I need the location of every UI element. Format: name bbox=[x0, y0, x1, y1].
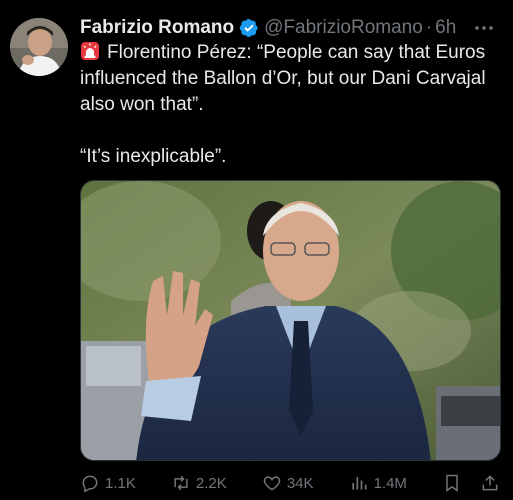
more-options-icon[interactable] bbox=[473, 15, 495, 41]
share-button[interactable] bbox=[480, 473, 500, 493]
tweet-photo[interactable] bbox=[80, 180, 501, 461]
author-name[interactable]: Fabrizio Romano bbox=[80, 17, 234, 39]
like-count: 34K bbox=[286, 474, 314, 492]
retweet-button[interactable]: 2.2K bbox=[171, 473, 227, 493]
bookmark-button[interactable] bbox=[442, 473, 462, 493]
action-bar: 1.1K 2.2K 34K 1.4M bbox=[80, 470, 500, 496]
verified-badge-icon bbox=[239, 19, 258, 37]
action-group-right bbox=[442, 473, 500, 493]
avatar-image bbox=[10, 18, 68, 76]
share-icon bbox=[482, 475, 498, 491]
bookmark-icon bbox=[446, 474, 458, 492]
avatar[interactable] bbox=[10, 18, 68, 76]
like-button[interactable]: 34K bbox=[262, 473, 314, 493]
views-count: 1.4M bbox=[373, 474, 407, 492]
reply-button[interactable]: 1.1K bbox=[80, 473, 136, 493]
views-chart-icon bbox=[351, 477, 367, 490]
timestamp[interactable]: 6h bbox=[435, 17, 456, 39]
tweet-line-1: Florentino Pérez: “People can say that E… bbox=[80, 42, 486, 115]
tweet-line-2: “It’s inexplicable”. bbox=[80, 146, 227, 167]
retweet-count: 2.2K bbox=[195, 474, 227, 492]
siren-emoji-icon bbox=[81, 42, 99, 60]
author-handle[interactable]: @FabrizioRomano bbox=[264, 17, 423, 39]
views-button[interactable]: 1.4M bbox=[349, 473, 407, 493]
reply-icon bbox=[82, 475, 98, 493]
heart-icon bbox=[263, 476, 281, 491]
tweet-header: Fabrizio Romano @FabrizioRomano · 6h bbox=[80, 15, 503, 41]
retweet-icon bbox=[174, 475, 188, 491]
tweet-text: Florentino Pérez: “People can say that E… bbox=[80, 40, 500, 170]
photo-image bbox=[81, 181, 500, 460]
reply-count: 1.1K bbox=[105, 474, 136, 492]
separator-dot: · bbox=[425, 17, 433, 38]
